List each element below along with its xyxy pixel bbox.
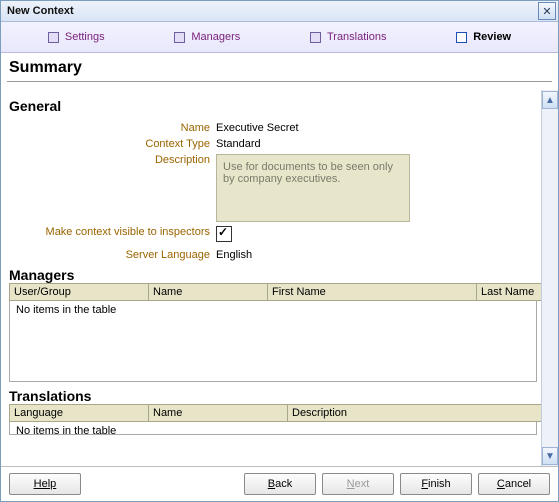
col-last-name[interactable]: Last Name	[477, 284, 542, 301]
row-context-type: Context Type Standard	[5, 136, 541, 150]
label-context-type: Context Type	[5, 136, 216, 150]
step-managers[interactable]: Managers	[174, 31, 240, 43]
wizard-steps: Settings Managers Translations Review	[1, 22, 558, 53]
titlebar: New Context ✕	[1, 1, 558, 22]
managers-table-body: No items in the table	[9, 301, 537, 382]
step-label: Settings	[65, 31, 105, 43]
col-language[interactable]: Language	[10, 405, 149, 422]
summary-heading: Summary	[1, 53, 558, 81]
window-title: New Context	[7, 5, 74, 17]
step-review[interactable]: Review	[456, 31, 511, 43]
finish-button[interactable]: Finish	[400, 473, 472, 495]
help-button[interactable]: Help	[9, 473, 81, 495]
scroll-down-icon[interactable]: ▼	[542, 447, 558, 465]
button-bar: Help Back Next Finish Cancel	[1, 466, 558, 501]
divider	[7, 81, 552, 82]
label-description: Description	[5, 152, 216, 166]
table-header-row: Language Name Description	[10, 405, 542, 422]
step-label: Review	[473, 31, 511, 43]
col-description[interactable]: Description	[288, 405, 542, 422]
cancel-button[interactable]: Cancel	[478, 473, 550, 495]
step-translations[interactable]: Translations	[310, 31, 387, 43]
content-area: General Name Executive Secret Context Ty…	[1, 90, 558, 466]
new-context-window: New Context ✕ Settings Managers Translat…	[0, 0, 559, 502]
col-name[interactable]: Name	[149, 284, 268, 301]
managers-table: User/Group Name First Name Last Name	[9, 283, 541, 301]
scroll-up-icon[interactable]: ▲	[542, 91, 558, 109]
row-description: Description Use for documents to be seen…	[5, 152, 541, 222]
translations-empty: No items in the table	[12, 424, 534, 435]
square-icon	[174, 32, 185, 43]
checkbox-visible[interactable]	[216, 226, 232, 242]
managers-empty: No items in the table	[12, 303, 534, 317]
value-context-type: Standard	[216, 136, 261, 150]
label-name: Name	[5, 120, 216, 134]
description-box: Use for documents to be seen only by com…	[216, 154, 410, 222]
square-icon	[48, 32, 59, 43]
managers-heading: Managers	[9, 267, 537, 283]
row-name: Name Executive Secret	[5, 120, 541, 134]
square-icon	[310, 32, 321, 43]
value-server-language: English	[216, 247, 252, 261]
general-heading: General	[9, 98, 537, 114]
close-icon[interactable]: ✕	[538, 2, 556, 20]
col-user-group[interactable]: User/Group	[10, 284, 149, 301]
step-settings[interactable]: Settings	[48, 31, 105, 43]
step-label: Translations	[327, 31, 387, 43]
label-server-language: Server Language	[5, 247, 216, 261]
square-icon	[456, 32, 467, 43]
next-button: Next	[322, 473, 394, 495]
value-description: Use for documents to be seen only by com…	[216, 152, 410, 222]
row-visible: Make context visible to inspectors	[5, 224, 541, 245]
table-header-row: User/Group Name First Name Last Name	[10, 284, 542, 301]
translations-table-body: No items in the table	[9, 422, 537, 435]
col-name[interactable]: Name	[149, 405, 288, 422]
row-server-language: Server Language English	[5, 247, 541, 261]
value-visible	[216, 224, 232, 245]
translations-table: Language Name Description	[9, 404, 541, 422]
label-visible: Make context visible to inspectors	[5, 224, 216, 238]
back-button[interactable]: Back	[244, 473, 316, 495]
vertical-scrollbar[interactable]: ▲ ▼	[541, 90, 558, 466]
value-name: Executive Secret	[216, 120, 299, 134]
scroll-area: General Name Executive Secret Context Ty…	[1, 90, 541, 466]
translations-heading: Translations	[9, 388, 537, 404]
col-first-name[interactable]: First Name	[268, 284, 477, 301]
step-label: Managers	[191, 31, 240, 43]
